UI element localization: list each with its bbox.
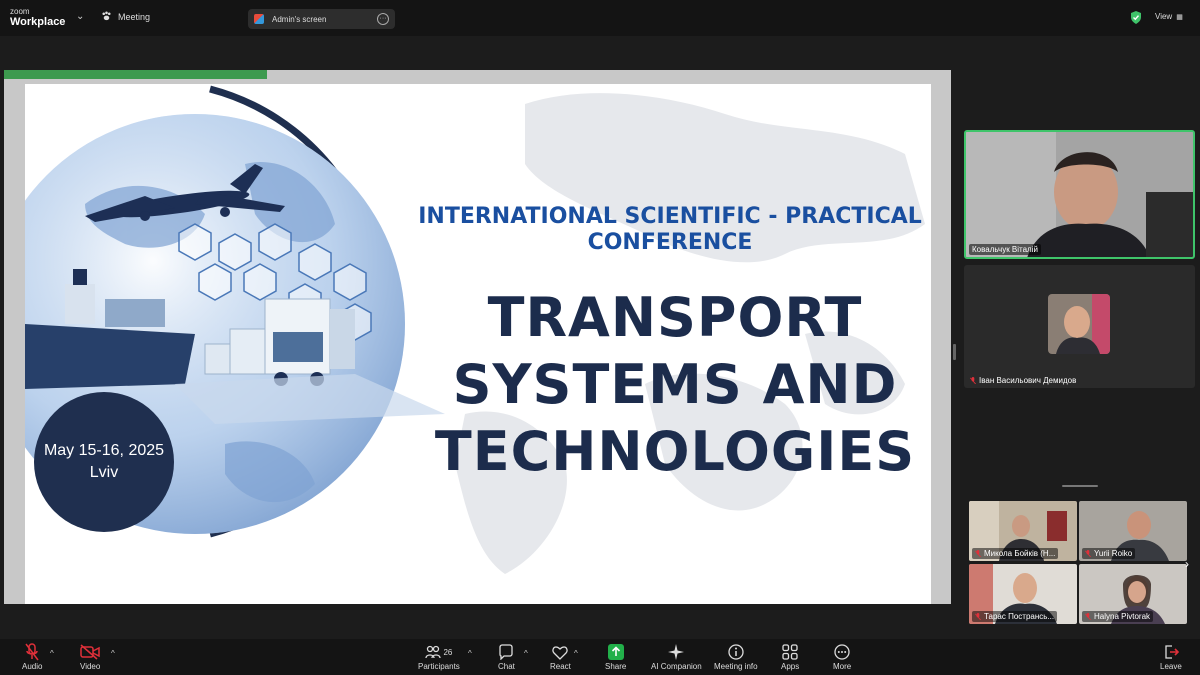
mic-muted-icon <box>24 642 40 662</box>
active-speaker-tile[interactable]: Ковальчук Віталій <box>964 130 1195 259</box>
meeting-info-label: Meeting info <box>714 662 758 671</box>
chat-button[interactable]: Chat <box>498 642 515 671</box>
participant-name: Yurii Roiko <box>1082 548 1136 559</box>
conference-line-1: INTERNATIONAL SCIENTIFIC - PRACTICAL <box>418 204 922 229</box>
participant-name-label: Іван Васильович Демидов <box>979 376 1077 385</box>
participant-name: Іван Васильович Демидов <box>967 375 1079 386</box>
avatar <box>1048 294 1110 354</box>
chevron-up-icon[interactable]: ^ <box>468 649 472 658</box>
paw-icon <box>102 11 111 21</box>
participant-name-label: Yurii Roiko <box>1094 549 1133 558</box>
conference-city: Lviv <box>89 464 119 481</box>
participant-tile[interactable]: Микола Бойків (Н... <box>969 501 1077 561</box>
view-label: View <box>1155 12 1173 21</box>
video-off-icon <box>80 642 100 662</box>
react-label: React <box>550 662 571 671</box>
participant-tile[interactable]: Yurii Roiko <box>1079 501 1187 561</box>
share-toolbar-strip <box>4 70 267 79</box>
chevron-right-icon[interactable]: › <box>1185 557 1189 571</box>
ai-companion-label: AI Companion <box>651 662 702 671</box>
participants-icon <box>425 645 442 659</box>
participant-name-label: Тарас Пострансь... <box>984 612 1055 621</box>
audio-button[interactable]: Audio <box>22 642 42 671</box>
meeting-toolbar: Audio ^ Video ^ 26 Participants ^ Chat ^ <box>0 639 1200 675</box>
presentation-slide: INTERNATIONAL SCIENTIFIC - PRACTICAL CON… <box>25 84 931 604</box>
mic-muted-icon <box>970 377 976 384</box>
conference-subtitle: INTERNATIONAL SCIENTIFIC - PRACTICAL CON… <box>415 204 925 256</box>
participant-name: Halyna Pivtorak <box>1082 611 1154 622</box>
leave-icon <box>1163 642 1179 662</box>
apps-label: Apps <box>781 662 800 671</box>
sparkle-icon <box>668 642 685 662</box>
participant-name-label: Halyna Pivtorak <box>1094 612 1151 621</box>
participant-tile[interactable]: Тарас Пострансь... <box>969 564 1077 624</box>
participant-name-label: Микола Бойків (Н... <box>984 549 1056 558</box>
zoom-logo[interactable]: zoom Workplace <box>10 6 65 28</box>
more-label: More <box>833 662 852 671</box>
more-button[interactable]: More <box>833 642 851 671</box>
participants-icon-wrap: 26 <box>425 642 452 662</box>
leave-label: Leave <box>1160 662 1182 671</box>
participants-count: 26 <box>443 647 453 657</box>
share-label: Share <box>605 662 627 671</box>
participant-tile[interactable]: Іван Васильович Демидов <box>964 265 1195 388</box>
panel-drag-handle[interactable] <box>1062 485 1098 487</box>
participants-label: Participants <box>418 662 460 671</box>
react-button[interactable]: React <box>550 642 571 671</box>
conference-date: May 15-16, 2025 <box>43 442 165 459</box>
apps-icon <box>782 642 798 662</box>
slide-title: TRANSPORT SYSTEMS AND TECHNOLOGIES <box>425 284 925 485</box>
video-button[interactable]: Video <box>80 642 100 671</box>
audio-label: Audio <box>22 662 43 671</box>
heart-icon <box>552 642 569 662</box>
chevron-up-icon[interactable]: ^ <box>111 649 115 658</box>
more-options-icon[interactable]: ··· <box>377 13 389 25</box>
zoom-window: zoom Workplace ⌄ Meeting Admin's screen … <box>0 0 1200 675</box>
meeting-info-button[interactable]: Meeting info <box>714 642 758 671</box>
chevron-up-icon[interactable]: ^ <box>524 649 528 658</box>
chat-label: Chat <box>498 662 515 671</box>
participant-video <box>966 132 1193 257</box>
participants-button[interactable]: 26 Participants <box>418 642 460 671</box>
top-bar: zoom Workplace ⌄ Meeting Admin's screen … <box>0 0 1200 36</box>
participant-tile[interactable]: Halyna Pivtorak <box>1079 564 1187 624</box>
chevron-up-icon[interactable]: ^ <box>50 649 54 658</box>
meeting-label: Meeting <box>118 11 151 22</box>
view-button[interactable]: View ▦ <box>1155 12 1183 21</box>
apps-button[interactable]: Apps <box>781 642 799 671</box>
more-icon <box>834 642 850 662</box>
title-line-1: TRANSPORT <box>487 286 863 349</box>
shared-screen-indicator[interactable]: Admin's screen ··· <box>248 9 395 29</box>
meeting-menu[interactable]: Meeting <box>101 11 150 22</box>
participant-name: Микола Бойків (Н... <box>972 548 1059 559</box>
mic-muted-icon <box>1085 613 1091 620</box>
info-icon <box>728 642 744 662</box>
brand-large-label: Workplace <box>10 16 66 28</box>
participant-name: Ковальчук Віталій <box>969 244 1041 255</box>
conference-line-2: CONFERENCE <box>587 230 753 255</box>
chevron-up-icon[interactable]: ^ <box>574 649 578 658</box>
title-line-2: SYSTEMS AND <box>452 353 898 416</box>
share-screen-icon <box>607 642 624 662</box>
shield-check-icon[interactable] <box>1130 11 1142 24</box>
mic-muted-icon <box>1085 550 1091 557</box>
share-button[interactable]: Share <box>605 642 626 671</box>
leave-button[interactable]: Leave <box>1160 642 1182 671</box>
ai-companion-button[interactable]: AI Companion <box>651 642 702 671</box>
video-label: Video <box>80 662 101 671</box>
mic-muted-icon <box>975 550 981 557</box>
participant-name: Тарас Пострансь... <box>972 611 1058 622</box>
resize-handle[interactable] <box>953 344 956 360</box>
date-badge: May 15-16, 2025 Lviv <box>34 392 174 532</box>
chevron-down-icon[interactable]: ⌄ <box>76 11 84 22</box>
screen-owner-label: Admin's screen <box>272 14 327 24</box>
screen-share-icon <box>254 14 264 24</box>
chat-icon <box>498 642 514 662</box>
title-line-3: TECHNOLOGIES <box>434 420 916 483</box>
mic-muted-icon <box>975 613 981 620</box>
view-grid-icon: ▦ <box>1176 14 1183 21</box>
